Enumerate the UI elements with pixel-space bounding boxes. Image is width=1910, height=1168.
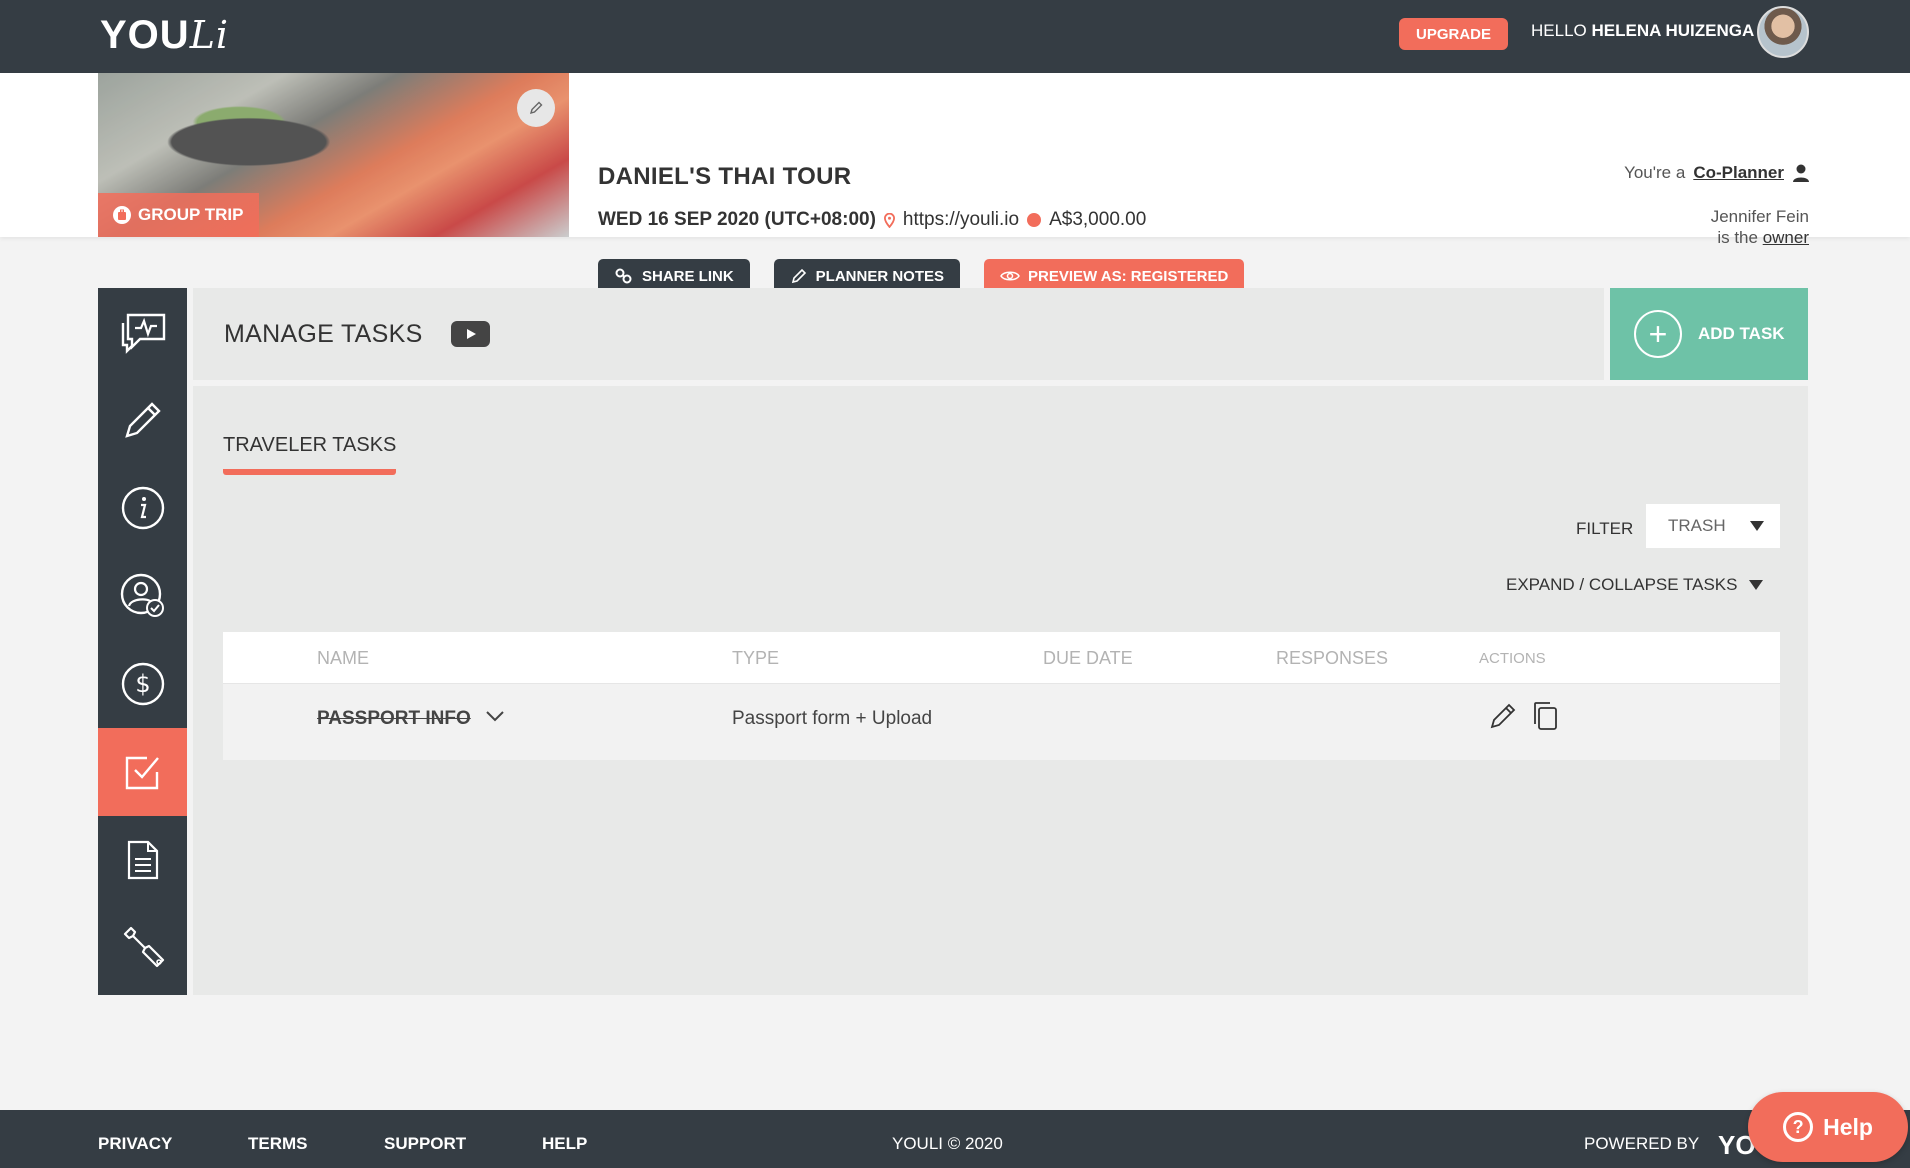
pencil-icon [124, 402, 161, 438]
column-header-responses[interactable]: RESPONSES [1276, 648, 1388, 669]
sidebar-item-info[interactable] [98, 464, 187, 552]
eye-icon [1000, 271, 1020, 281]
role-prefix: You're a [1624, 163, 1686, 182]
caret-down-icon [1750, 521, 1764, 531]
sidebar-item-settings[interactable] [98, 904, 187, 992]
tasks-panel: TRAVELER TASKS FILTER TRASH EXPAND / COL… [193, 386, 1808, 995]
planner-notes-label: PLANNER NOTES [815, 267, 945, 285]
pencil-icon [1490, 703, 1516, 729]
powered-by-label: POWERED BY [1584, 1134, 1700, 1153]
column-header-name[interactable]: NAME [317, 648, 369, 669]
sidebar-item-travelers[interactable] [98, 552, 187, 640]
help-label: Help [1823, 1113, 1873, 1140]
filter-label: FILTER [1576, 519, 1634, 538]
task-type: Passport form + Upload [732, 708, 933, 729]
logo-script: Li [189, 13, 230, 57]
document-icon [127, 840, 158, 880]
filter-select[interactable]: TRASH [1646, 504, 1780, 548]
link-icon [615, 268, 632, 284]
add-task-button[interactable]: + ADD TASK [1610, 288, 1808, 380]
pencil-icon [529, 101, 543, 115]
user-name: HELENA HUIZENGA [1591, 21, 1755, 40]
role-link[interactable]: Co-Planner [1693, 163, 1784, 183]
question-icon: ? [1783, 1112, 1814, 1142]
chevron-down-icon[interactable] [485, 710, 505, 722]
user-check-icon [120, 573, 164, 617]
column-header-type[interactable]: TYPE [732, 648, 779, 669]
trip-meta: WED 16 SEP 2020 (UTC+08:00) https://youl… [598, 209, 1146, 231]
location-pin-icon [883, 212, 895, 228]
trip-title: DANIEL'S THAI TOUR [598, 163, 852, 190]
share-link-label: SHARE LINK [642, 267, 734, 285]
suitcase-icon [113, 206, 131, 224]
sidebar-item-payments[interactable]: $ [98, 640, 187, 728]
video-play-icon[interactable] [451, 321, 490, 347]
checkbox-icon [125, 756, 159, 790]
sidebar-item-activity[interactable] [98, 288, 187, 376]
trip-date: WED 16 SEP 2020 (UTC+08:00) [598, 209, 876, 230]
column-header-due-date[interactable]: DUE DATE [1043, 648, 1133, 669]
column-header-actions: ACTIONS [1479, 650, 1546, 667]
expand-collapse-label: EXPAND / COLLAPSE TASKS [1506, 575, 1738, 594]
user-icon [1793, 164, 1809, 182]
svg-text:$: $ [135, 670, 150, 698]
greeting-prefix: HELLO [1531, 21, 1587, 40]
copy-icon [1534, 702, 1557, 730]
help-button[interactable]: ? Help [1748, 1092, 1908, 1162]
owner-link[interactable]: owner [1763, 228, 1809, 247]
edit-photo-button[interactable] [517, 89, 555, 127]
price-icon [1027, 213, 1042, 227]
table-header: NAME TYPE DUE DATE RESPONSES ACTIONS [223, 632, 1780, 684]
footer-link-support[interactable]: SUPPORT [384, 1134, 466, 1154]
play-icon [466, 329, 476, 339]
copyright: YOULI © 2020 [892, 1134, 1003, 1153]
duplicate-task-button[interactable] [1528, 699, 1562, 733]
group-trip-label: GROUP TRIP [138, 205, 244, 224]
tab-traveler-tasks[interactable]: TRAVELER TASKS [223, 434, 397, 475]
trip-header: GROUP TRIP DANIEL'S THAI TOUR WED 16 SEP… [0, 73, 1910, 293]
user-greeting[interactable]: HELLO HELENA HUIZENGA [1531, 21, 1754, 41]
pencil-icon [791, 268, 806, 284]
info-icon [121, 486, 164, 530]
trip-url[interactable]: https://youli.io [903, 209, 1019, 231]
upgrade-button[interactable]: UPGRADE [1399, 18, 1508, 50]
plus-circle-icon: + [1634, 310, 1682, 358]
preview-as-label: PREVIEW AS: REGISTERED [1028, 267, 1229, 285]
group-trip-badge: GROUP TRIP [98, 193, 260, 237]
owner-name: Jennifer Fein [1710, 207, 1809, 226]
owner-info: Jennifer Fein is the owner [1711, 206, 1809, 248]
expand-collapse-toggle[interactable]: EXPAND / COLLAPSE TASKS [1506, 575, 1764, 595]
activity-chat-icon [121, 313, 165, 354]
page-title: MANAGE TASKS [224, 320, 423, 348]
youli-logo[interactable]: YOU Li [100, 10, 229, 60]
top-navbar: YOU Li UPGRADE HELLO HELENA HUIZENGA [0, 0, 1910, 73]
dollar-icon: $ [121, 662, 164, 706]
page-header: MANAGE TASKS [193, 288, 1604, 380]
logo-text: YOU [100, 12, 190, 57]
wrench-icon [123, 926, 164, 968]
trip-price: A$3,000.00 [1049, 209, 1147, 230]
edit-task-button[interactable] [1486, 699, 1520, 733]
filter-value: TRASH [1668, 516, 1726, 535]
add-task-label: ADD TASK [1698, 324, 1785, 343]
avatar[interactable] [1757, 6, 1809, 58]
sidebar: $ [98, 288, 187, 995]
sidebar-item-edit[interactable] [98, 376, 187, 464]
owner-line: is the owner [1711, 227, 1809, 248]
table-row[interactable]: PASSPORT INFO Passport form + Upload [223, 684, 1780, 760]
footer: PRIVACY TERMS SUPPORT HELP YOULI © 2020 … [0, 1110, 1910, 1168]
footer-link-privacy[interactable]: PRIVACY [98, 1134, 172, 1154]
sidebar-item-tasks[interactable] [98, 728, 187, 816]
tasks-table: NAME TYPE DUE DATE RESPONSES ACTIONS PAS… [223, 632, 1780, 760]
task-name[interactable]: PASSPORT INFO [317, 708, 471, 730]
footer-link-help[interactable]: HELP [542, 1134, 587, 1154]
owner-prefix: is the [1717, 228, 1758, 247]
sidebar-item-documents[interactable] [98, 816, 187, 904]
footer-link-terms[interactable]: TERMS [248, 1134, 308, 1154]
role-info: You're a Co-Planner [1624, 163, 1810, 183]
caret-down-icon [1749, 580, 1764, 590]
